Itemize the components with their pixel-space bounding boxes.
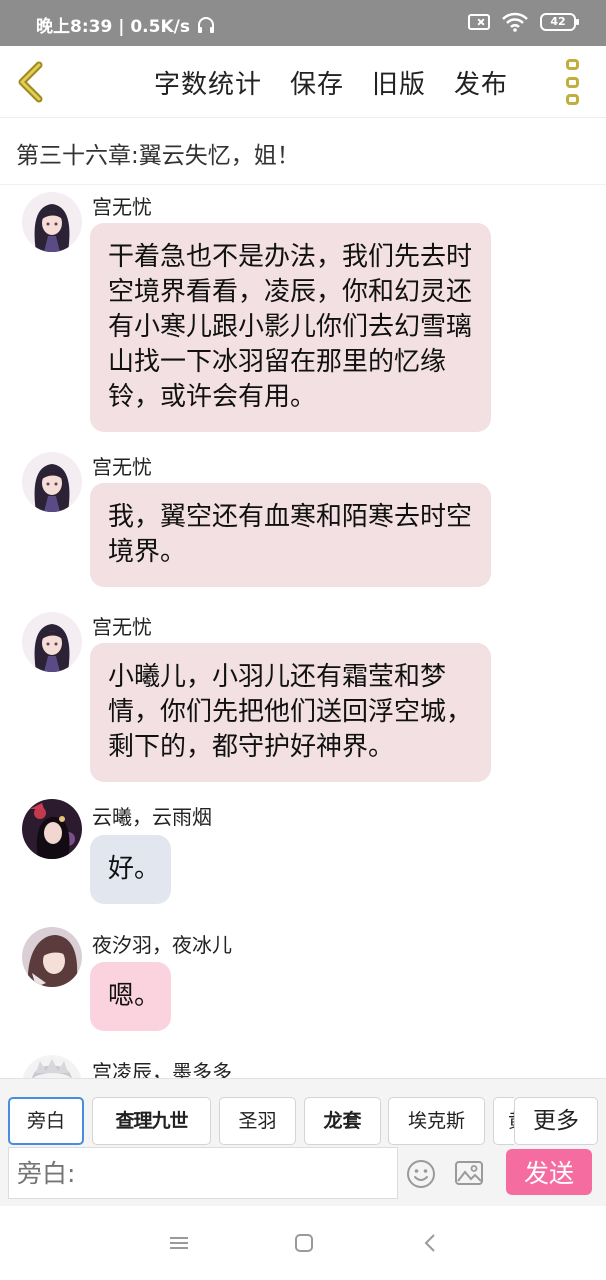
emoji-icon[interactable] [406, 1159, 436, 1189]
character-chip[interactable]: 黄 [493, 1097, 514, 1145]
sender-name: 宫无忧 [92, 615, 152, 639]
publish-button[interactable]: 发布 [454, 64, 508, 101]
sender-name: 宫无忧 [92, 195, 152, 219]
home-square-icon[interactable] [293, 1232, 315, 1254]
message-bubble[interactable]: 好。 [90, 835, 171, 904]
avatar-white-hair-icon [22, 1055, 82, 1078]
send-button[interactable]: 发送 [506, 1149, 592, 1195]
menu-dot [566, 76, 579, 88]
menu-dot [566, 59, 579, 70]
battery-level: 42 [550, 15, 566, 28]
chapter-title[interactable]: 第三十六章:翼云失忆，姐！ [16, 136, 300, 170]
avatar-girl-icon [22, 192, 82, 252]
system-nav-bar [0, 1206, 606, 1280]
chevron-left-icon[interactable] [14, 60, 48, 104]
avatar[interactable] [22, 452, 82, 512]
status-time-speed: 晚上8:39 | 0.5K/s [36, 17, 190, 37]
composer-panel: 旁白 查理九世 圣羽 龙套 埃克斯 黄 更多 发送 [0, 1078, 606, 1206]
headphones-icon [197, 16, 214, 33]
battery-icon: 42 [540, 13, 579, 31]
word-count-button[interactable]: 字数统计 [154, 64, 262, 101]
character-chip-row[interactable]: 旁白 查理九世 圣羽 龙套 埃克斯 黄 [8, 1097, 514, 1145]
avatar[interactable] [22, 1055, 82, 1078]
avatar-dark-girl-icon [22, 799, 82, 859]
message-bubble[interactable]: 嗯。 [90, 962, 171, 1031]
status-bar: 晚上8:39 | 0.5K/s 42 [0, 0, 606, 46]
sender-name: 宫凌辰，墨多多 [92, 1060, 232, 1078]
character-chip[interactable]: 埃克斯 [388, 1097, 485, 1145]
character-chip[interactable]: 圣羽 [219, 1097, 296, 1145]
character-chip-selected[interactable]: 旁白 [8, 1097, 84, 1145]
more-vertical-icon[interactable] [566, 59, 582, 105]
avatar[interactable] [22, 927, 82, 987]
message-bubble[interactable]: 干着急也不是办法，我们先去时空境界看看，凌辰，你和幻灵还有小寒儿跟小影儿你们去幻… [90, 223, 491, 432]
sender-name: 云曦，云雨烟 [92, 805, 212, 829]
save-button[interactable]: 保存 [290, 64, 344, 101]
avatar[interactable] [22, 612, 82, 672]
avatar-girl-icon [22, 452, 82, 512]
avatar[interactable] [22, 192, 82, 252]
message-bubble[interactable]: 小曦儿，小羽儿还有霜莹和梦情，你们先把他们送回浮空城，剩下的，都守护好神界。 [90, 643, 491, 782]
avatar-hair-girl-icon [22, 927, 82, 987]
more-characters-button[interactable]: 更多 [514, 1097, 598, 1145]
avatar[interactable] [22, 799, 82, 859]
editor-toolbar: 字数统计 保存 旧版 发布 [0, 46, 606, 118]
status-right: 42 [468, 12, 579, 32]
message-bubble[interactable]: 我，翼空还有血寒和陌寒去时空境界。 [90, 483, 491, 587]
avatar-girl-icon [22, 612, 82, 672]
menu-dot [566, 94, 579, 105]
old-version-button[interactable]: 旧版 [372, 64, 426, 101]
character-chip[interactable]: 查理九世 [92, 1097, 211, 1145]
chat-list[interactable]: 宫无忧 干着急也不是办法，我们先去时空境界看看，凌辰，你和幻灵还有小寒儿跟小影儿… [0, 185, 606, 1078]
sender-name: 夜汐羽，夜冰儿 [92, 933, 232, 957]
status-left: 晚上8:39 | 0.5K/s [36, 12, 216, 37]
sim-disabled-icon [468, 14, 490, 30]
back-chevron-icon[interactable] [420, 1232, 442, 1254]
sender-name: 宫无忧 [92, 455, 152, 479]
toolbar-actions: 字数统计 保存 旧版 发布 [154, 64, 508, 101]
menu-icon[interactable] [168, 1232, 190, 1254]
character-chip[interactable]: 龙套 [304, 1097, 381, 1145]
wifi-icon [502, 12, 528, 32]
image-icon[interactable] [454, 1159, 484, 1187]
message-input[interactable] [8, 1147, 398, 1199]
